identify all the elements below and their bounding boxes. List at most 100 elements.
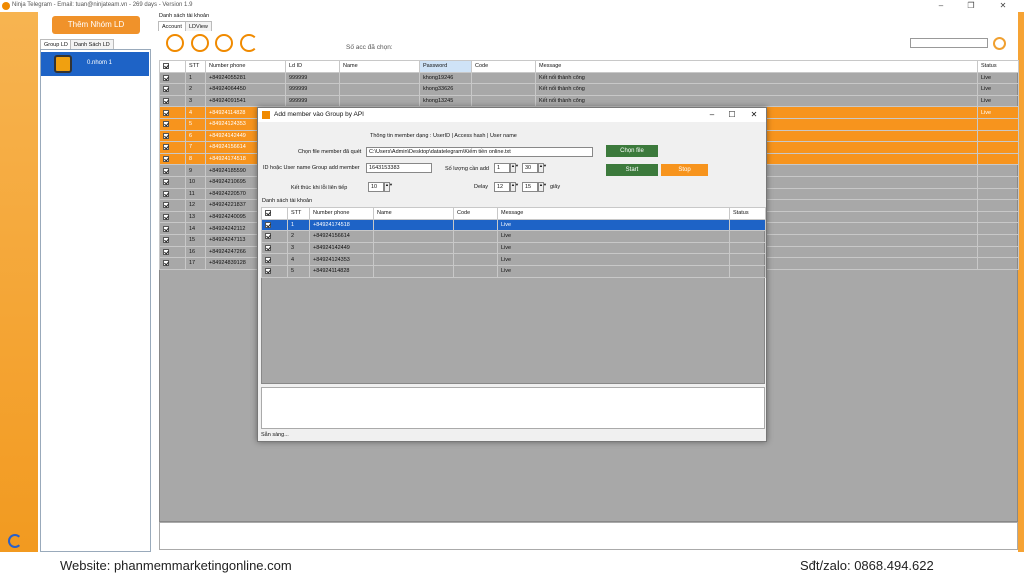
choose-file-button[interactable]: Chọn file xyxy=(606,145,658,157)
stop-button[interactable]: Stop xyxy=(661,164,708,176)
table-row[interactable]: 4 +84924124353 Live xyxy=(261,253,766,266)
search-icon[interactable] xyxy=(993,37,1006,50)
table-cell xyxy=(373,230,454,243)
delay-to-input[interactable]: 15 xyxy=(522,182,538,192)
table-cell: Live xyxy=(977,83,1019,96)
start-button[interactable]: Start xyxy=(606,164,658,176)
err-input[interactable]: 10 xyxy=(368,182,384,192)
dialog-close-icon[interactable]: ✕ xyxy=(746,109,762,121)
table-cell xyxy=(471,71,536,85)
row-checkbox[interactable] xyxy=(159,152,186,166)
qty-from-input[interactable]: 1 xyxy=(494,163,510,173)
row-checkbox[interactable] xyxy=(159,106,186,119)
table-cell: 5 xyxy=(287,264,310,278)
delay-to-stepper[interactable]: ▲▼ xyxy=(538,182,547,192)
delay-from-input[interactable]: 12 xyxy=(494,182,510,192)
select-all-checkbox[interactable] xyxy=(159,60,186,73)
row-checkbox[interactable] xyxy=(159,141,186,154)
row-checkbox[interactable] xyxy=(261,241,288,255)
row-checkbox[interactable] xyxy=(261,230,288,243)
col-header[interactable]: Status xyxy=(729,207,766,220)
table-cell: 13 xyxy=(185,210,206,224)
row-checkbox[interactable] xyxy=(159,245,186,259)
dialog-icon xyxy=(262,111,270,119)
table-cell xyxy=(977,257,1019,270)
restore-icon[interactable]: ❐ xyxy=(960,0,982,12)
close-icon[interactable]: ✕ xyxy=(992,0,1014,12)
table-cell xyxy=(729,241,766,255)
selected-count-label: Số acc đã chọn: xyxy=(346,44,393,51)
group-item[interactable]: 0.nhom 1 xyxy=(41,52,149,76)
tab-account[interactable]: Account xyxy=(158,21,186,31)
col-header[interactable]: Status xyxy=(977,60,1019,73)
table-row[interactable]: 1 +84924174518 Live xyxy=(261,218,766,232)
col-header[interactable]: Message xyxy=(497,207,730,220)
table-row[interactable]: 5 +84924114828 Live xyxy=(261,264,766,278)
dialog-maximize-icon[interactable]: ☐ xyxy=(724,109,740,121)
file-path-input[interactable]: C:\Users\Admin\Desktop\datatelegram\Kiếm… xyxy=(366,147,593,157)
col-header[interactable]: Ld ID xyxy=(285,60,340,73)
row-checkbox[interactable] xyxy=(159,117,186,131)
table-cell: 8 xyxy=(185,152,206,166)
qty-from-stepper[interactable]: ▲▼ xyxy=(510,163,519,173)
add-user-icon[interactable] xyxy=(166,34,184,52)
col-header[interactable]: Code xyxy=(453,207,498,220)
col-header[interactable]: Name xyxy=(373,207,454,220)
col-header[interactable]: Number phone xyxy=(205,60,286,73)
col-header[interactable]: Name xyxy=(339,60,420,73)
row-checkbox[interactable] xyxy=(159,83,186,96)
group-id-input[interactable]: 1643153383 xyxy=(366,163,432,173)
delay-from-stepper[interactable]: ▲▼ xyxy=(510,182,519,192)
table-cell xyxy=(977,233,1019,247)
table-cell: Kết nối thành công xyxy=(535,94,978,108)
row-checkbox[interactable] xyxy=(159,94,186,108)
table-cell: +84924156614 xyxy=(309,230,374,243)
table-cell xyxy=(453,230,498,243)
qty-to-input[interactable]: 30 xyxy=(522,163,538,173)
dialog-minimize-icon[interactable]: – xyxy=(704,109,720,121)
row-checkbox[interactable] xyxy=(261,253,288,266)
tab-group-ld[interactable]: Group LD xyxy=(40,39,72,49)
col-header[interactable]: Message xyxy=(535,60,978,73)
search-input[interactable] xyxy=(910,38,988,48)
refresh-icon[interactable] xyxy=(240,34,258,52)
dialog-select-all-checkbox[interactable] xyxy=(261,207,288,220)
row-checkbox[interactable] xyxy=(159,71,186,85)
table-cell xyxy=(977,164,1019,177)
row-checkbox[interactable] xyxy=(159,210,186,224)
row-checkbox[interactable] xyxy=(159,222,186,235)
tab-danh-sach-ld[interactable]: Danh Sách LD xyxy=(70,39,114,49)
settings-icon[interactable] xyxy=(215,34,233,52)
row-checkbox[interactable] xyxy=(159,164,186,177)
col-header[interactable]: Code xyxy=(471,60,536,73)
table-cell: +84924055281 xyxy=(205,71,286,85)
row-checkbox[interactable] xyxy=(159,129,186,143)
row-checkbox[interactable] xyxy=(261,264,288,278)
minimize-icon[interactable]: – xyxy=(930,0,952,12)
table-cell: Live xyxy=(497,230,730,243)
tab-ldview[interactable]: LDView xyxy=(185,21,212,31)
col-header[interactable]: Password xyxy=(419,60,472,73)
table-row[interactable]: 2 +84924156614 Live xyxy=(261,230,766,243)
row-checkbox[interactable] xyxy=(261,218,288,232)
qty-to-stepper[interactable]: ▲▼ xyxy=(538,163,547,173)
table-cell: 5 xyxy=(185,117,206,131)
table-cell: 1 xyxy=(185,71,206,85)
table-row[interactable]: 2 +84924064450 999999 khong33626 Kết nối thà… xyxy=(159,83,1019,96)
row-checkbox[interactable] xyxy=(159,233,186,247)
col-header[interactable]: STT xyxy=(287,207,310,220)
row-checkbox[interactable] xyxy=(159,257,186,270)
table-row[interactable]: 1 +84924055281 999999 khong19246 Kết nối thà… xyxy=(159,71,1019,85)
table-cell: khong19246 xyxy=(419,71,472,85)
table-row[interactable]: 3 +84924091541 999999 khong13245 Kết nối thà… xyxy=(159,94,1019,108)
col-header[interactable]: Number phone xyxy=(309,207,374,220)
group-users-icon[interactable] xyxy=(191,34,209,52)
dialog-title-bar: Add member vào Group by API – ☐ ✕ xyxy=(258,108,766,122)
table-row[interactable]: 3 +84924142449 Live xyxy=(261,241,766,255)
row-checkbox[interactable] xyxy=(159,175,186,189)
add-group-button[interactable]: Thêm Nhóm LD xyxy=(52,16,140,34)
err-stepper[interactable]: ▲▼ xyxy=(384,182,393,192)
row-checkbox[interactable] xyxy=(159,199,186,212)
row-checkbox[interactable] xyxy=(159,187,186,201)
col-header[interactable]: STT xyxy=(185,60,206,73)
